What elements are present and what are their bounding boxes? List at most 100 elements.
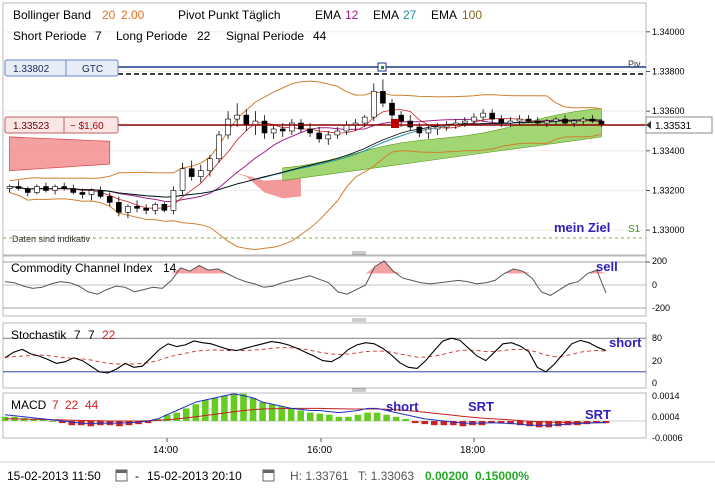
splitter-grip-2[interactable] [352, 318, 366, 322]
cci-legend: Commodity Channel Index 14 [11, 261, 177, 275]
ema100-value: 100 [462, 8, 482, 22]
candle-body [225, 118, 231, 136]
macd-histogram-bar [345, 416, 352, 421]
short-period-value: 7 [95, 29, 102, 43]
footer-low: T: 1.33063 [358, 469, 414, 483]
candle-body [261, 120, 268, 134]
macd-histogram-bar [364, 412, 371, 421]
macd-histogram-bar [268, 404, 276, 421]
candle-body [52, 186, 58, 191]
svg-text:0.0004: 0.0004 [652, 412, 680, 422]
long-period-label: Long Periode [116, 29, 188, 43]
time-axis: 14:00 16:00 18:00 [153, 438, 485, 456]
price-tick-label: 1.34000 [652, 27, 685, 37]
svg-text:22: 22 [102, 328, 116, 342]
candle-body [425, 128, 432, 134]
candle-body [15, 186, 22, 189]
svg-text:-0.0006: -0.0006 [652, 433, 683, 443]
time-tick-label: 18:00 [460, 445, 485, 456]
macd-histogram-bar [354, 414, 362, 421]
candle-body [580, 118, 587, 122]
macd-histogram-bar [287, 408, 295, 421]
pivot-label: Piv [628, 59, 641, 69]
candle-body [61, 186, 67, 189]
macd-histogram-bar [326, 414, 333, 421]
macd-histogram-bar [297, 410, 305, 421]
short-period-label: Short Periode [13, 29, 87, 43]
position-marker [391, 119, 399, 128]
macd-histogram-bar [173, 412, 181, 421]
pivot-point-label: Pivot Punkt Täglich [178, 8, 281, 22]
candle-body [152, 204, 159, 211]
svg-text:0: 0 [652, 378, 657, 388]
svg-text:7: 7 [52, 398, 59, 412]
candle-body [498, 118, 505, 124]
svg-text:-200: -200 [652, 303, 670, 313]
macd-histogram-bar [306, 412, 314, 421]
macd-histogram-bar [221, 395, 228, 421]
candle-body [24, 188, 31, 193]
candle-body [343, 124, 350, 132]
candle-body [161, 204, 168, 211]
footer-bar: 15-02-2013 11:50 - 15-02-2013 20:10 H: 1… [0, 461, 715, 483]
candle-body [398, 114, 404, 122]
s1-label: S1 [628, 224, 641, 235]
candle-body [216, 134, 222, 160]
candle-body [544, 120, 550, 124]
gtc-handle-dot [381, 66, 384, 69]
long-period-value: 22 [197, 29, 211, 43]
candle-body [334, 130, 341, 136]
candle-body [516, 118, 523, 122]
macd-histogram-bar [373, 412, 381, 421]
disclaimer-text: Daten sind indikativ [12, 234, 91, 244]
macd-histogram-bar [39, 419, 47, 421]
svg-text:7: 7 [74, 328, 81, 342]
candle-body [525, 118, 532, 122]
candle-body [134, 206, 140, 209]
candle-body [79, 192, 86, 195]
candle-body [188, 168, 195, 177]
stoch-short-annotation: short [609, 335, 642, 350]
current-price-label: 1.33531 [645, 116, 713, 134]
gtc-price: 1.33802 [13, 64, 50, 75]
candle-body [370, 91, 377, 118]
candle-body [507, 120, 514, 124]
position-badge[interactable]: 1.33523 − $1,60 [4, 116, 119, 134]
candle-body [207, 158, 213, 171]
candle-body [562, 118, 568, 124]
ema12-value: 12 [345, 8, 359, 22]
gtc-order-badge[interactable]: 1.33802 GTC [4, 59, 119, 77]
bb-deviation: 2.00 [121, 8, 145, 22]
bb-label: Bollinger Band [13, 8, 91, 22]
svg-text:14: 14 [163, 261, 177, 275]
candle-body [434, 126, 441, 130]
calendar-icon-to[interactable] [262, 469, 275, 482]
svg-text:20: 20 [652, 356, 662, 366]
macd-srt-annotation-1: SRT [468, 399, 494, 414]
svg-text:MACD: MACD [11, 398, 47, 412]
candle-body [170, 190, 177, 211]
ema-label-3: EMA [431, 8, 457, 22]
footer-change: 0.00200 [425, 469, 469, 483]
candle-body [243, 114, 250, 126]
trading-chart: 1.34000 1.33800 1.33600 1.33400 1.33200 1.330… [0, 0, 715, 487]
candle-body [416, 126, 423, 134]
candle-body [197, 170, 204, 177]
position-price: 1.33523 [13, 121, 50, 132]
footer-to-date: 15-02-2013 20:10 [147, 469, 242, 483]
footer-dash: - [135, 469, 139, 483]
macd-legend: MACD 7 22 44 [11, 398, 99, 412]
splitter-grip-3[interactable] [352, 388, 366, 392]
target-label: mein Ziel [554, 220, 610, 235]
macd-histogram-bar [116, 421, 123, 427]
macd-short-annotation: short [386, 399, 419, 414]
bb-period: 20 [102, 8, 116, 22]
signal-period-value: 44 [313, 29, 327, 43]
svg-text:Commodity Channel Index: Commodity Channel Index [11, 261, 152, 275]
candle-body [43, 186, 49, 191]
macd-histogram-bar [402, 418, 409, 421]
candle-body [480, 112, 486, 118]
calendar-icon-from[interactable] [115, 469, 128, 482]
candle-body [307, 128, 313, 134]
macd-histogram-bar [411, 421, 419, 424]
